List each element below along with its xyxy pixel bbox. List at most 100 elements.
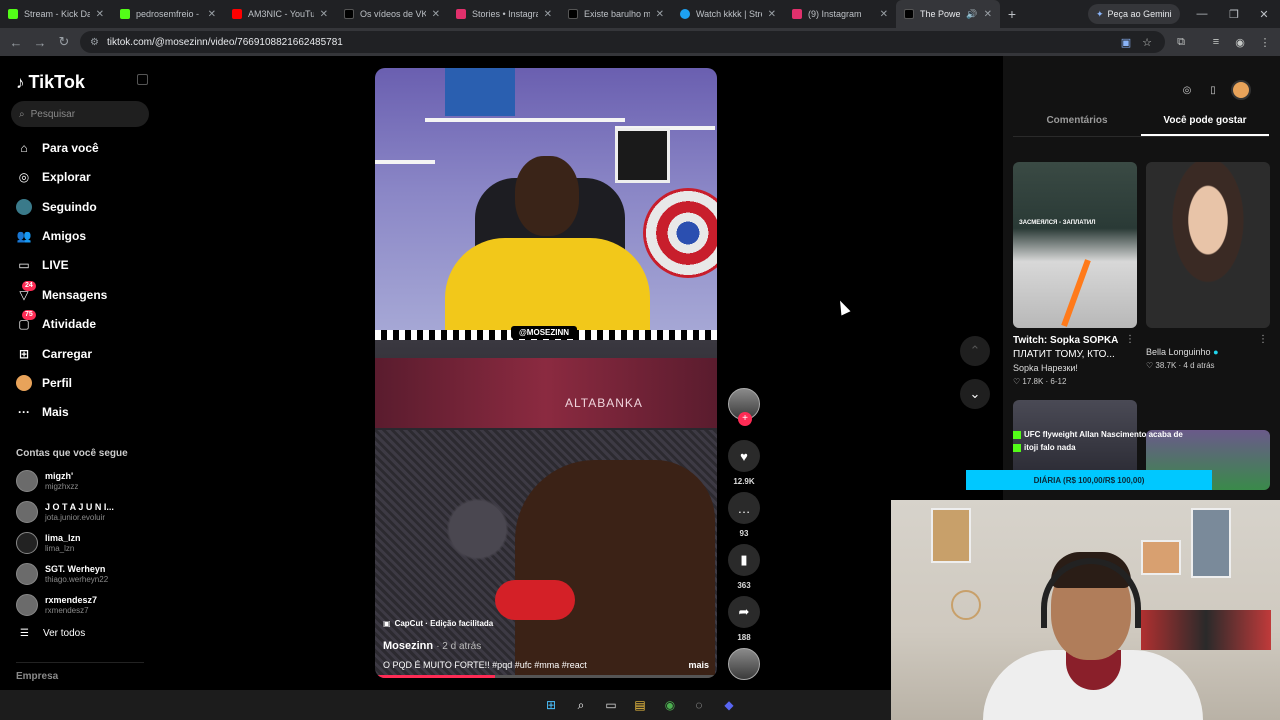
video-progress-bar[interactable] — [375, 675, 717, 678]
obs-icon[interactable]: ◌ — [689, 695, 709, 715]
audio-icon[interactable]: 🔊 — [966, 9, 977, 20]
minimize-button[interactable]: — — [1186, 0, 1218, 28]
sidebar-item-following[interactable]: Seguindo — [16, 196, 97, 218]
close-icon[interactable]: ✕ — [432, 9, 440, 20]
followed-account[interactable]: J O T A J U N I... jota.junior.evoluir — [16, 499, 114, 525]
avatar — [16, 532, 38, 554]
translate-icon[interactable]: ▣ — [1117, 33, 1135, 51]
see-all-button[interactable]: ☰ Ver todos — [20, 628, 85, 639]
close-icon[interactable]: ✕ — [984, 9, 992, 20]
browser-tab[interactable]: Stream - Kick Dash ✕ — [0, 0, 112, 28]
sidebar-item-label: Mensagens — [42, 288, 108, 302]
close-icon[interactable]: ✕ — [208, 9, 216, 20]
sidebar-item-profile[interactable]: Perfil — [16, 372, 72, 394]
browser-tab[interactable]: pedrosemfreio - K ✕ — [112, 0, 224, 28]
bookmark-star-icon[interactable]: ☆ — [1138, 33, 1156, 51]
reload-button[interactable]: ↻ — [52, 30, 76, 54]
daily-goal-bar: DIÁRIA (R$ 100,00/R$ 100,00) — [966, 470, 1212, 490]
new-tab-button[interactable]: + — [1000, 6, 1024, 22]
next-video-button[interactable]: ⌄ — [960, 379, 990, 409]
task-view-icon[interactable]: ▭ — [601, 695, 621, 715]
bookmark-icon: ▮ — [728, 544, 760, 576]
extensions-icon[interactable]: ⧉ — [1172, 33, 1190, 51]
forward-button[interactable]: → — [28, 30, 52, 54]
card-likes: 38.7K — [1155, 361, 1177, 370]
explore-icon[interactable]: ◎ — [1179, 82, 1195, 98]
close-icon[interactable]: ✕ — [656, 9, 664, 20]
capcut-tag[interactable]: ▣ CapCut · Edição facilitada — [383, 619, 709, 628]
sidebar-item-upload[interactable]: ⊞ Carregar — [16, 343, 92, 365]
recommended-card[interactable]: ЗАСМЕЯЛСЯ - ЗАПЛАТИЛ Twitch: Sopka SOPKA… — [1013, 162, 1137, 386]
sidebar-item-activity[interactable]: ▢ 75 Atividade — [16, 310, 96, 335]
followed-account[interactable]: migzh' migzhxzz — [16, 468, 78, 494]
tab-you-may-like[interactable]: Você pode gostar — [1141, 112, 1269, 136]
sidebar-item-explore[interactable]: ◎ Explorar — [16, 166, 91, 188]
recommended-card[interactable]: Bella Longuinho ● ♡ 38.7K · 4 d atrás ⋮ — [1146, 162, 1270, 370]
card-menu-icon[interactable]: ⋮ — [1258, 334, 1268, 345]
like-button[interactable]: ♥ 12.9K — [727, 440, 761, 486]
account-handle: rxmendesz7 — [45, 605, 89, 615]
address-bar[interactable]: ⚙ tiktok.com/@mosezinn/video/76691088216… — [80, 31, 1165, 53]
card-menu-icon[interactable]: ⋮ — [1125, 334, 1135, 345]
close-icon[interactable]: ✕ — [96, 9, 104, 20]
company-link[interactable]: Empresa — [16, 671, 58, 682]
collapse-sidebar-icon[interactable] — [137, 74, 148, 85]
windows-start-icon[interactable]: ⊞ — [541, 695, 561, 715]
music-disc-button[interactable] — [727, 648, 761, 680]
browser-tab-active[interactable]: The Power of 🔊 ✕ — [896, 0, 1000, 28]
browser-tab[interactable]: (9) Instagram ✕ — [784, 0, 896, 28]
browser-tab[interactable]: Os vídeos de VK ✕ — [336, 0, 448, 28]
gemini-button[interactable]: ✦ Peça ao Gemini — [1088, 4, 1180, 24]
comment-button[interactable]: … 93 — [727, 492, 761, 538]
file-explorer-icon[interactable]: ▤ — [630, 695, 650, 715]
followed-account[interactable]: SGT. Werheyn thiago.werheyn22 — [16, 561, 108, 587]
chrome-icon[interactable]: ◉ — [660, 695, 680, 715]
browser-tab[interactable]: Existe barulho me ✕ — [560, 0, 672, 28]
video-player[interactable]: @MOSEZINN ALTABANKA ▣ CapCut · Edição fa… — [375, 68, 717, 678]
search-icon[interactable]: ⌕ — [571, 695, 591, 715]
follow-plus-icon[interactable]: + — [738, 412, 752, 426]
maximize-button[interactable]: ❐ — [1218, 0, 1250, 28]
followed-account[interactable]: rxmendesz7 rxmendesz7 — [16, 592, 97, 618]
profile-avatar-icon[interactable]: ◉ — [1231, 33, 1249, 51]
avatar[interactable] — [1231, 80, 1251, 100]
card-stats: ♡ 38.7K · 4 d atrás — [1146, 361, 1215, 370]
close-window-button[interactable]: ✕ — [1248, 0, 1280, 28]
browser-tab[interactable]: Stories • Instagram ✕ — [448, 0, 560, 28]
tiktok-logo[interactable]: ♪ TikTok — [16, 72, 85, 93]
sidebar-item-messages[interactable]: ▽ 24 Mensagens — [16, 281, 108, 306]
gemini-icon: ✦ — [1096, 8, 1104, 19]
close-icon[interactable]: ✕ — [320, 9, 328, 20]
followed-account[interactable]: lima_lzn lima_lzn — [16, 530, 81, 556]
site-info-icon[interactable]: ⚙ — [90, 37, 99, 48]
close-icon[interactable]: ✕ — [768, 9, 776, 20]
account-name: J O T A J U N I... — [45, 501, 114, 512]
caption-text: O PQD É MUITO FORTE!! #pqd #ufc #mma #re… — [383, 660, 587, 670]
device-icon[interactable]: ▯ — [1205, 82, 1221, 98]
share-button[interactable]: ➦ 188 — [727, 596, 761, 642]
more-button[interactable]: mais — [688, 660, 709, 670]
close-icon[interactable]: ✕ — [544, 9, 552, 20]
sidebar-item-for-you[interactable]: ⌂ Para você — [16, 137, 98, 159]
sidebar-item-more[interactable]: ··· Mais — [16, 401, 69, 423]
card-title-line2: ПЛАТИТ ТОМУ, КТО... — [1013, 349, 1115, 360]
creator-avatar-button[interactable]: + — [727, 388, 761, 426]
browser-tab[interactable]: Watch kkkk | Strea ✕ — [672, 0, 784, 28]
search-input[interactable]: ⌕ Pesquisar — [11, 101, 149, 127]
sidebar-item-friends[interactable]: 👥 Amigos — [16, 225, 87, 247]
sidebar-item-live[interactable]: ▭ LIVE — [16, 254, 68, 276]
panel-tabs: Comentários Você pode gostar — [1013, 112, 1269, 136]
save-button[interactable]: ▮ 363 — [727, 544, 761, 590]
media-controls-icon[interactable]: ≡ — [1207, 33, 1225, 51]
tab-comments[interactable]: Comentários — [1013, 112, 1141, 136]
back-button[interactable]: ← — [4, 30, 28, 54]
discord-icon[interactable]: ◆ — [719, 695, 739, 715]
browser-tab[interactable]: AM3NIC - YouTube ✕ — [224, 0, 336, 28]
menu-dots-icon[interactable]: ⋮ — [1256, 33, 1274, 51]
messages-icon: ▽ 24 — [16, 281, 36, 303]
close-icon[interactable]: ✕ — [880, 9, 888, 20]
previous-video-button[interactable]: ⌃ — [960, 336, 990, 366]
video-author[interactable]: Mosezinn · 2 d atrás — [383, 640, 709, 652]
card-channel: Bella Longuinho ● — [1146, 346, 1270, 359]
account-name: SGT. Werheyn — [45, 563, 106, 574]
